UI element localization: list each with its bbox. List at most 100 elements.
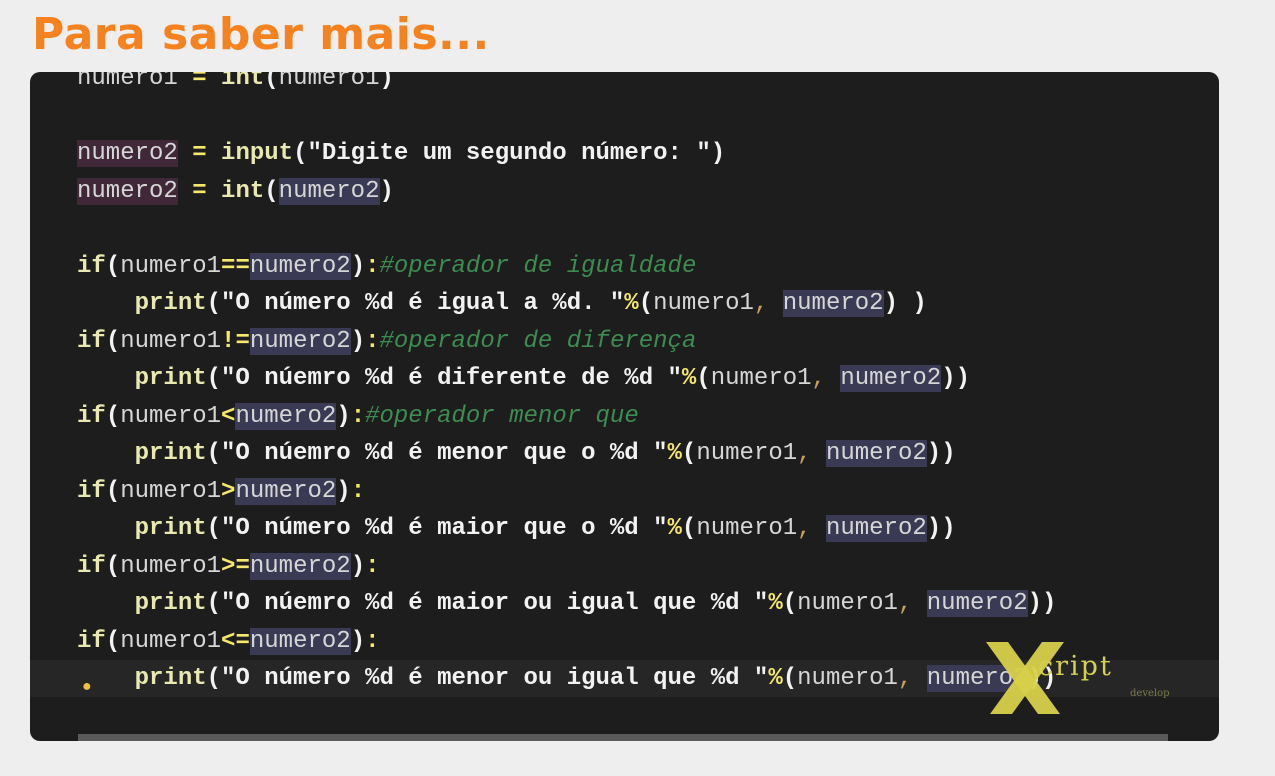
code-token: (	[293, 140, 308, 167]
code-token: )	[350, 252, 366, 280]
code-token: )	[336, 402, 351, 430]
code-token: int	[221, 177, 265, 205]
code-token: :	[350, 402, 366, 430]
code-token: (	[206, 365, 222, 392]
code-token: ,	[811, 365, 841, 392]
code-token: print	[134, 440, 207, 467]
code-token: numero1	[120, 552, 222, 580]
code-token: )	[710, 140, 726, 167]
code-line[interactable]: if(numero1==numero2):#operador de iguald…	[30, 248, 1219, 285]
code-token: (	[782, 665, 798, 692]
code-token: :	[365, 552, 380, 580]
code-token: numero2	[840, 365, 942, 392]
code-token: ,	[753, 290, 783, 317]
code-token: :	[365, 627, 380, 655]
code-token: (	[696, 365, 711, 392]
code-token: "O núemro %d é diferente de %d "	[221, 365, 682, 392]
code-token: numero1	[797, 590, 898, 617]
code-line[interactable]: if(numero1<numero2):#operador menor que	[30, 398, 1219, 435]
xcript-logo: cript develop	[982, 638, 1202, 718]
code-token: (	[264, 177, 279, 205]
code-token: %	[624, 290, 639, 317]
code-line[interactable]: if(numero1>=numero2):	[30, 548, 1219, 585]
code-token: (	[105, 252, 121, 280]
code-token: (	[681, 440, 697, 467]
code-token: (	[105, 327, 121, 355]
code-line[interactable]: print("O núemro %d é menor que o %d "%(n…	[30, 435, 1219, 472]
code-token: #operador menor que	[365, 402, 639, 430]
code-token: )	[883, 290, 913, 317]
code-line[interactable]: numero2 = input("Digite um segundo númer…	[30, 135, 1219, 172]
horizontal-scrollbar[interactable]	[78, 734, 1168, 741]
code-token: (	[105, 477, 121, 505]
code-token: numero2	[77, 140, 178, 167]
logo-text: cript	[1038, 651, 1113, 682]
code-token: if	[77, 402, 106, 430]
code-token: "O núemro %d é maior ou igual que %d "	[221, 590, 769, 617]
code-line[interactable]: if(numero1!=numero2):#operador de difere…	[30, 323, 1219, 360]
code-token: print	[134, 515, 207, 542]
code-token: if	[77, 627, 106, 655]
code-token: numero1	[120, 477, 222, 505]
code-token: (	[105, 627, 121, 655]
code-line[interactable]: print("O número %d é maior que o %d "%(n…	[30, 510, 1219, 547]
code-token: (	[206, 440, 222, 467]
code-token: :	[365, 252, 380, 280]
code-token: "O número %d é igual a %d. "	[221, 290, 625, 317]
code-line[interactable]: numero2 = int(numero2)	[30, 173, 1219, 210]
code-token: print	[134, 665, 207, 692]
code-token: (	[206, 590, 222, 617]
code-token: :	[350, 477, 366, 505]
code-line[interactable]: print("O núemro %d é diferente de %d "%(…	[30, 360, 1219, 397]
code-token: <	[221, 402, 236, 430]
code-line[interactable]: print("O núemro %d é maior ou igual que …	[30, 585, 1219, 622]
lightbulb-icon[interactable]: ●	[82, 677, 100, 697]
code-token: ==	[221, 252, 250, 280]
code-line[interactable]	[30, 98, 1219, 135]
code-token: "O número %d é maior que o %d "	[221, 515, 668, 542]
code-token: "O número %d é menor ou igual que %d "	[221, 665, 769, 692]
code-line[interactable]: numero1 = int(numero1)	[30, 72, 1219, 97]
code-token: #operador de diferença	[379, 327, 697, 355]
code-token: if	[77, 552, 106, 580]
code-token: #operador de igualdade	[379, 252, 697, 280]
code-token: )	[336, 477, 351, 505]
code-token: =	[177, 72, 222, 92]
code-token: ,	[797, 515, 826, 542]
code-editor[interactable]: numero1 = int(numero1) numero2 = input("D…	[30, 72, 1219, 741]
code-token: numero2	[926, 590, 1028, 617]
code-token: print	[134, 590, 207, 617]
code-token: "O núemro %d é menor que o %d "	[221, 440, 668, 467]
code-token: =	[177, 140, 222, 167]
code-token: ))	[926, 515, 956, 542]
code-token: numero2	[235, 402, 337, 430]
code-line[interactable]: if(numero1>numero2):	[30, 473, 1219, 510]
code-token: (	[105, 552, 121, 580]
code-token: =	[177, 177, 222, 205]
code-token: numero2	[249, 327, 351, 355]
code-token: %	[681, 365, 697, 392]
page-title: Para saber mais...	[32, 9, 490, 60]
code-token: print	[134, 365, 207, 392]
code-line[interactable]	[30, 210, 1219, 247]
code-token: ,	[897, 665, 927, 692]
code-token: :	[365, 327, 380, 355]
code-line[interactable]: print("O número %d é igual a %d. "%(nume…	[30, 285, 1219, 322]
code-token: (	[105, 402, 121, 430]
code-token: >	[221, 477, 236, 505]
code-token: numero1	[120, 402, 222, 430]
code-token: if	[77, 477, 106, 505]
code-token: (	[782, 590, 798, 617]
code-token: %	[768, 590, 783, 617]
code-token: numero1	[710, 365, 812, 392]
code-token: (	[264, 72, 279, 92]
code-token: numero1	[653, 290, 754, 317]
code-token: )	[912, 290, 927, 317]
code-token: )	[350, 627, 366, 655]
code-token: %	[667, 440, 682, 467]
code-token: %	[768, 665, 783, 692]
code-token: )	[379, 72, 394, 92]
